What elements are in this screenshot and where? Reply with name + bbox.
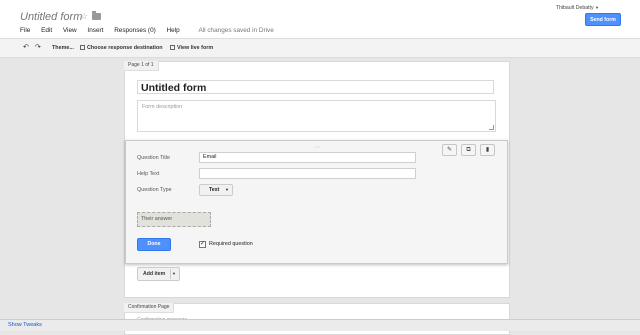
chevron-down-icon[interactable]: ▼ xyxy=(172,268,176,280)
question-type-label: Question Type xyxy=(137,187,172,193)
choose-destination-label: Choose response destination xyxy=(87,45,163,51)
question-type-value: Text xyxy=(209,187,220,193)
confirmation-page-tab: Confirmation Page xyxy=(124,303,175,313)
question-title-label: Question Title xyxy=(137,155,170,161)
chevron-down-icon: ▼ xyxy=(595,5,599,10)
trash-icon: ▮ xyxy=(485,147,490,153)
menu-view[interactable]: View xyxy=(63,27,77,34)
star-icon[interactable]: ☆ xyxy=(80,11,88,22)
add-item-label: Add item xyxy=(143,271,166,277)
form-description-placeholder: Form description xyxy=(142,104,183,110)
send-form-button[interactable]: Send form xyxy=(585,13,621,26)
divider xyxy=(170,269,171,279)
document-title[interactable]: Untitled form xyxy=(20,11,82,23)
menu-bar: File Edit View Insert Responses (0) Help… xyxy=(20,27,283,34)
page-tab: Page 1 of 1 xyxy=(124,61,159,71)
menu-insert[interactable]: Insert xyxy=(87,27,103,34)
duplicate-question-button[interactable]: ⧉ xyxy=(461,144,476,156)
redo-icon[interactable]: ↷ xyxy=(35,43,41,51)
required-question-label[interactable]: Required question xyxy=(209,241,253,247)
menu-file[interactable]: File xyxy=(20,27,30,34)
edit-question-button[interactable]: ✎ xyxy=(442,144,457,156)
done-button[interactable]: Done xyxy=(137,238,171,251)
choose-destination-button[interactable]: Choose response destination xyxy=(80,45,162,51)
form-title-input[interactable]: Untitled form xyxy=(137,80,494,94)
chevron-down-icon: ▼ xyxy=(225,187,229,192)
folder-icon[interactable] xyxy=(92,11,101,20)
menu-responses[interactable]: Responses (0) xyxy=(114,27,156,34)
export-icon xyxy=(80,45,85,50)
theme-button[interactable]: Theme... xyxy=(52,45,74,51)
user-account-menu[interactable]: Thibault Debatty ▼ xyxy=(556,5,599,11)
menu-help[interactable]: Help xyxy=(167,27,180,34)
resize-handle-icon[interactable] xyxy=(489,125,494,130)
monitor-icon xyxy=(170,45,175,50)
undo-icon[interactable]: ↶ xyxy=(23,43,29,51)
user-name: Thibault Debatty xyxy=(555,5,594,11)
copy-icon: ⧉ xyxy=(466,147,471,153)
answer-preview: Their answer xyxy=(137,212,211,227)
view-live-form-button[interactable]: View live form xyxy=(170,45,213,51)
question-title-input[interactable]: Email xyxy=(199,152,416,163)
menu-edit[interactable]: Edit xyxy=(41,27,52,34)
save-status: All changes saved in Drive xyxy=(198,27,274,34)
top-header: Untitled form ☆ File Edit View Insert Re… xyxy=(0,0,640,38)
form-description-input[interactable]: Form description xyxy=(137,100,496,132)
help-text-input[interactable] xyxy=(199,168,416,179)
show-tweaks-link[interactable]: Show Tweaks xyxy=(0,319,640,331)
add-item-button[interactable]: Add item ▼ xyxy=(137,267,180,281)
view-live-label: View live form xyxy=(177,45,214,51)
required-checkbox[interactable]: ✓ xyxy=(199,241,206,248)
help-text-label: Help Text xyxy=(137,171,160,177)
delete-question-button[interactable]: ▮ xyxy=(480,144,495,156)
question-type-select[interactable]: Text ▼ xyxy=(199,184,233,196)
pencil-icon: ✎ xyxy=(446,147,453,153)
drag-handle-icon[interactable]: :::: xyxy=(314,144,320,149)
toolbar: ↶ ↷ Theme... Choose response destination… xyxy=(0,38,640,58)
